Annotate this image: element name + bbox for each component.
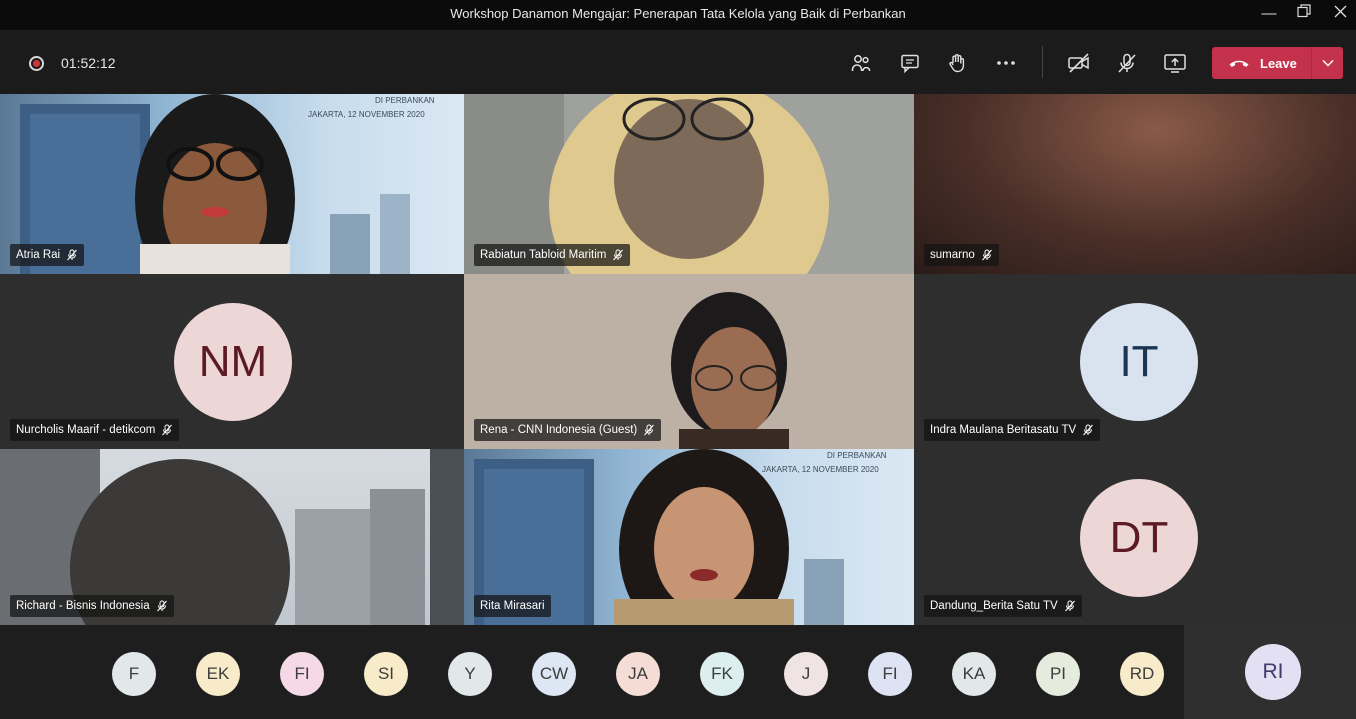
hand-icon [949,54,965,73]
slide-line-1: DI PERBANKAN [827,451,887,460]
participant-name: Rena - CNN Indonesia (Guest) [480,424,638,436]
participant-avatar[interactable]: SI [364,652,408,696]
participants-button[interactable] [846,48,876,78]
mic-muted-icon [613,249,624,261]
restore-icon[interactable] [1293,4,1315,24]
share-icon [1164,54,1186,73]
mic-toggle-button[interactable] [1112,48,1142,78]
participant-avatar[interactable]: FI [868,652,912,696]
recording-icon [29,56,44,71]
minimize-icon[interactable]: — [1258,4,1280,24]
participant-avatar[interactable]: JA [616,652,660,696]
participant-name: Nurcholis Maarif - detikcom [16,424,156,436]
participant-name-chip: Rita Mirasari [474,595,551,617]
participant-avatar[interactable]: FI [280,652,324,696]
mic-muted-icon [162,424,173,436]
video-tile[interactable]: DI PERBANKAN JAKARTA, 12 NOVEMBER 2020 A… [0,94,464,274]
video-tile[interactable]: IT Indra Maulana Beritasatu TV [914,274,1356,449]
chevron-down-icon [1321,59,1334,67]
participant-avatar[interactable]: KA [952,652,996,696]
participant-name-chip: Rabiatun Tabloid Maritim [474,244,631,266]
video-tile[interactable]: Rabiatun Tabloid Maritim [464,94,914,274]
avatar: IT [1080,303,1198,421]
title-bar: Workshop Danamon Mengajar: Penerapan Tat… [0,0,1356,30]
video-tile[interactable]: DI PERBANKAN JAKARTA, 12 NOVEMBER 2020 R… [464,449,914,625]
more-actions-button[interactable] [991,48,1021,78]
avatar: NM [174,303,292,421]
video-tile[interactable]: NM Nurcholis Maarif - detikcom [0,274,464,449]
mic-muted-icon [1064,600,1075,612]
mic-muted-icon [1083,424,1094,436]
video-tile[interactable]: sumarno [914,94,1356,274]
participant-name-chip: Rena - CNN Indonesia (Guest) [474,419,662,441]
participant-name: Rabiatun Tabloid Maritim [480,249,607,261]
hang-up-icon [1229,60,1249,67]
participant-name: Richard - Bisnis Indonesia [16,600,150,612]
leave-button[interactable]: Leave [1212,47,1343,79]
participant-name-chip: Atria Rai [10,244,85,266]
participant-name-chip: Richard - Bisnis Indonesia [10,595,174,617]
participant-name-chip: Indra Maulana Beritasatu TV [924,419,1101,441]
participant-name: Rita Mirasari [480,600,545,612]
slide-line-2: JAKARTA, 12 NOVEMBER 2020 [308,110,425,119]
participant-name: Atria Rai [16,249,61,261]
more-icon [997,61,1015,65]
participant-name: Indra Maulana Beritasatu TV [930,424,1077,436]
participant-avatar[interactable]: F [112,652,156,696]
participant-name: sumarno [930,249,975,261]
video-tile[interactable]: Rena - CNN Indonesia (Guest) [464,274,914,449]
participant-name-chip: sumarno [924,244,999,266]
overflow-participants-bar: F EK FI SI Y CW JA FK J FI KA PI RD RI [0,625,1356,719]
mic-muted-icon [644,424,655,436]
toolbar-divider [1042,46,1043,78]
window-title: Workshop Danamon Mengajar: Penerapan Tat… [450,6,906,21]
participant-avatar[interactable]: RD [1120,652,1164,696]
participant-name-chip: Nurcholis Maarif - detikcom [10,419,180,441]
raise-hand-button[interactable] [942,48,972,78]
slide-line-2: JAKARTA, 12 NOVEMBER 2020 [762,465,879,474]
video-tile[interactable]: DT Dandung_Berita Satu TV [914,449,1356,625]
participant-avatar[interactable]: PI [1036,652,1080,696]
close-icon[interactable] [1329,4,1351,24]
meeting-toolbar: 01:52:12 Leave [0,30,1356,94]
participant-avatar[interactable]: Y [448,652,492,696]
participant-avatar[interactable]: EK [196,652,240,696]
participant-avatar[interactable]: CW [532,652,576,696]
participant-avatar[interactable]: FK [700,652,744,696]
video-tile[interactable]: Richard - Bisnis Indonesia [0,449,464,625]
participant-name: Dandung_Berita Satu TV [930,600,1058,612]
leave-options-button[interactable] [1312,47,1343,79]
chat-icon [901,54,919,74]
camera-toggle-button[interactable] [1064,48,1094,78]
meeting-timer: 01:52:12 [61,55,116,71]
video-grid: DI PERBANKAN JAKARTA, 12 NOVEMBER 2020 A… [0,94,1356,625]
people-icon [851,55,871,71]
share-screen-button[interactable] [1160,48,1190,78]
leave-label: Leave [1260,55,1297,71]
mic-muted-icon [981,249,992,261]
mic-off-icon [1118,53,1136,73]
self-view-tile[interactable]: RI [1184,625,1356,719]
mic-muted-icon [67,249,78,261]
avatar: DT [1080,479,1198,597]
slide-line-1: DI PERBANKAN [375,96,435,105]
participant-avatar[interactable]: J [784,652,828,696]
camera-off-icon [1068,53,1089,73]
chat-button[interactable] [895,48,925,78]
self-avatar: RI [1245,644,1301,700]
mic-muted-icon [156,600,167,612]
participant-name-chip: Dandung_Berita Satu TV [924,595,1082,617]
